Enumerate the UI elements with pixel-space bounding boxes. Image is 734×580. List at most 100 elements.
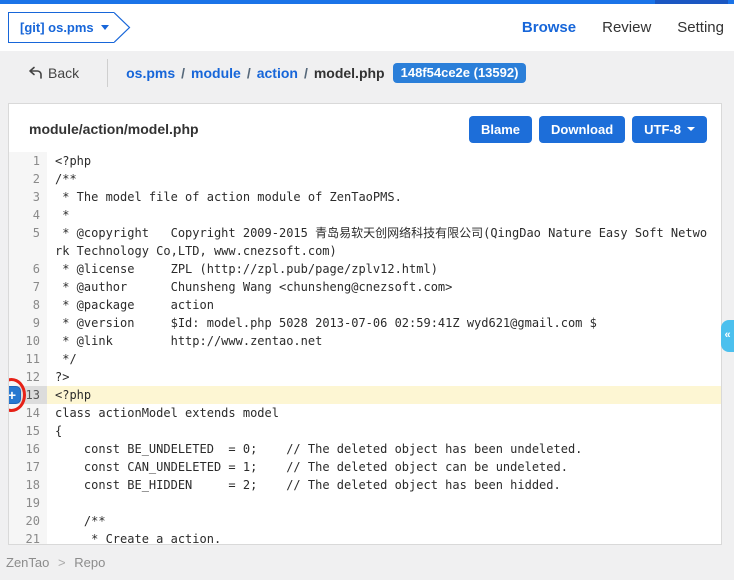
code-text-11: */: [47, 350, 721, 368]
code-text-16: const BE_UNDELETED = 0; // The deleted o…: [47, 440, 721, 458]
code-text-1: <?php: [47, 152, 721, 170]
code-text-2: /**: [47, 170, 721, 188]
back-button[interactable]: Back: [28, 65, 79, 81]
line-number-1[interactable]: 1: [9, 152, 47, 170]
breadcrumb-separator: /: [181, 65, 185, 81]
line-number-5[interactable]: 5: [9, 224, 47, 260]
line-number-10[interactable]: 10: [9, 332, 47, 350]
code-text-21: * Create a action.: [47, 530, 721, 545]
footer-separator: >: [58, 555, 66, 570]
line-number-9[interactable]: 9: [9, 314, 47, 332]
code-lines: 1<?php2/**3 * The model file of action m…: [9, 152, 721, 545]
code-line-13: 13<?php+: [9, 386, 721, 404]
file-viewer-panel: module/action/model.php Blame Download UTF…: [8, 103, 722, 545]
code-text-9: * @version $Id: model.php 5028 2013-07-0…: [47, 314, 721, 332]
line-number-2[interactable]: 2: [9, 170, 47, 188]
file-path-title: module/action/model.php: [29, 121, 199, 137]
line-number-7[interactable]: 7: [9, 278, 47, 296]
code-line-4: 4 *: [9, 206, 721, 224]
breadcrumb-item-os-pms[interactable]: os.pms: [126, 65, 175, 81]
code-line-18: 18 const BE_HIDDEN = 2; // The deleted o…: [9, 476, 721, 494]
file-action-buttons: Blame Download UTF-8: [469, 116, 707, 143]
code-line-8: 8 * @package action: [9, 296, 721, 314]
line-number-14[interactable]: 14: [9, 404, 47, 422]
footer-page-name: Repo: [74, 555, 105, 570]
file-viewer-header: module/action/model.php Blame Download UTF…: [9, 104, 721, 152]
line-number-15[interactable]: 15: [9, 422, 47, 440]
line-number-21[interactable]: 21: [9, 530, 47, 545]
code-line-10: 10 * @link http://www.zentao.net: [9, 332, 721, 350]
code-line-6: 6 * @license ZPL (http://zpl.pub/page/zp…: [9, 260, 721, 278]
line-number-3[interactable]: 3: [9, 188, 47, 206]
line-number-20[interactable]: 20: [9, 512, 47, 530]
repo-selector-label-wrap: [git] os.pms: [8, 12, 114, 43]
code-text-7: * @author Chunsheng Wang <chunsheng@cnez…: [47, 278, 721, 296]
code-text-6: * @license ZPL (http://zpl.pub/page/zplv…: [47, 260, 721, 278]
line-number-8[interactable]: 8: [9, 296, 47, 314]
line-number-19[interactable]: 19: [9, 494, 47, 512]
line-number-16[interactable]: 16: [9, 440, 47, 458]
code-text-12: ?>: [47, 368, 721, 386]
back-label: Back: [48, 65, 79, 81]
nav-item-review[interactable]: Review: [602, 19, 651, 36]
main-nav: Browse Review Setting: [522, 4, 724, 51]
line-number-4[interactable]: 4: [9, 206, 47, 224]
code-line-19: 19: [9, 494, 721, 512]
repo-tag-arrow-shape: [114, 12, 131, 43]
chevron-down-icon: [687, 127, 695, 131]
code-text-20: /**: [47, 512, 721, 530]
line-number-17[interactable]: 17: [9, 458, 47, 476]
code-text-19: [47, 494, 721, 512]
blame-button[interactable]: Blame: [469, 116, 532, 143]
code-line-14: 14class actionModel extends model: [9, 404, 721, 422]
encoding-dropdown-button[interactable]: UTF-8: [632, 116, 707, 143]
code-line-1: 1<?php: [9, 152, 721, 170]
repo-selector-label: [git] os.pms: [20, 20, 94, 35]
breadcrumb-item-action[interactable]: action: [257, 65, 298, 81]
code-text-5: * @copyright Copyright 2009-2015 青岛易软天创网…: [47, 224, 721, 260]
code-text-14: class actionModel extends model: [47, 404, 721, 422]
code-line-11: 11 */: [9, 350, 721, 368]
divider: [107, 59, 108, 87]
code-line-16: 16 const BE_UNDELETED = 0; // The delete…: [9, 440, 721, 458]
nav-item-browse[interactable]: Browse: [522, 19, 576, 36]
code-text-3: * The model file of action module of Zen…: [47, 188, 721, 206]
breadcrumb-item-model-php: model.php: [314, 65, 385, 81]
code-text-8: * @package action: [47, 296, 721, 314]
nav-item-setting[interactable]: Setting: [677, 19, 724, 36]
line-number-6[interactable]: 6: [9, 260, 47, 278]
code-line-20: 20 /**: [9, 512, 721, 530]
code-line-21: 21 * Create a action.: [9, 530, 721, 545]
breadcrumb-separator: /: [247, 65, 251, 81]
breadcrumb: os.pms / module / action / model.php: [126, 65, 384, 81]
add-comment-button[interactable]: +: [8, 386, 21, 404]
code-text-15: {: [47, 422, 721, 440]
code-text-18: const BE_HIDDEN = 2; // The deleted obje…: [47, 476, 721, 494]
sidebar-collapse-tab[interactable]: «: [721, 320, 734, 352]
app-header: [git] os.pms Browse Review Setting: [0, 4, 734, 51]
breadcrumb-item-module[interactable]: module: [191, 65, 241, 81]
chevron-down-icon: [101, 25, 109, 30]
line-number-18[interactable]: 18: [9, 476, 47, 494]
code-text-4: *: [47, 206, 721, 224]
code-line-9: 9 * @version $Id: model.php 5028 2013-07…: [9, 314, 721, 332]
code-line-15: 15{: [9, 422, 721, 440]
code-text-13: <?php: [47, 386, 721, 404]
breadcrumb-separator: /: [304, 65, 308, 81]
line-number-11[interactable]: 11: [9, 350, 47, 368]
footer-breadcrumb: ZenTao > Repo: [6, 555, 105, 570]
back-arrow-icon: [28, 66, 43, 80]
code-line-3: 3 * The model file of action module of Z…: [9, 188, 721, 206]
code-line-2: 2/**: [9, 170, 721, 188]
code-line-12: 12?>: [9, 368, 721, 386]
chevron-left-icon: «: [724, 329, 730, 341]
code-line-5: 5 * @copyright Copyright 2009-2015 青岛易软天…: [9, 224, 721, 260]
breadcrumb-bar: Back os.pms / module / action / model.php 148f…: [0, 51, 734, 95]
repo-selector-dropdown[interactable]: [git] os.pms: [8, 12, 131, 43]
line-number-12[interactable]: 12: [9, 368, 47, 386]
code-text-17: const CAN_UNDELETED = 1; // The deleted …: [47, 458, 721, 476]
code-line-7: 7 * @author Chunsheng Wang <chunsheng@cn…: [9, 278, 721, 296]
revision-badge: 148f54ce2e (13592): [393, 63, 527, 83]
download-button[interactable]: Download: [539, 116, 625, 143]
footer-app-name: ZenTao: [6, 555, 49, 570]
